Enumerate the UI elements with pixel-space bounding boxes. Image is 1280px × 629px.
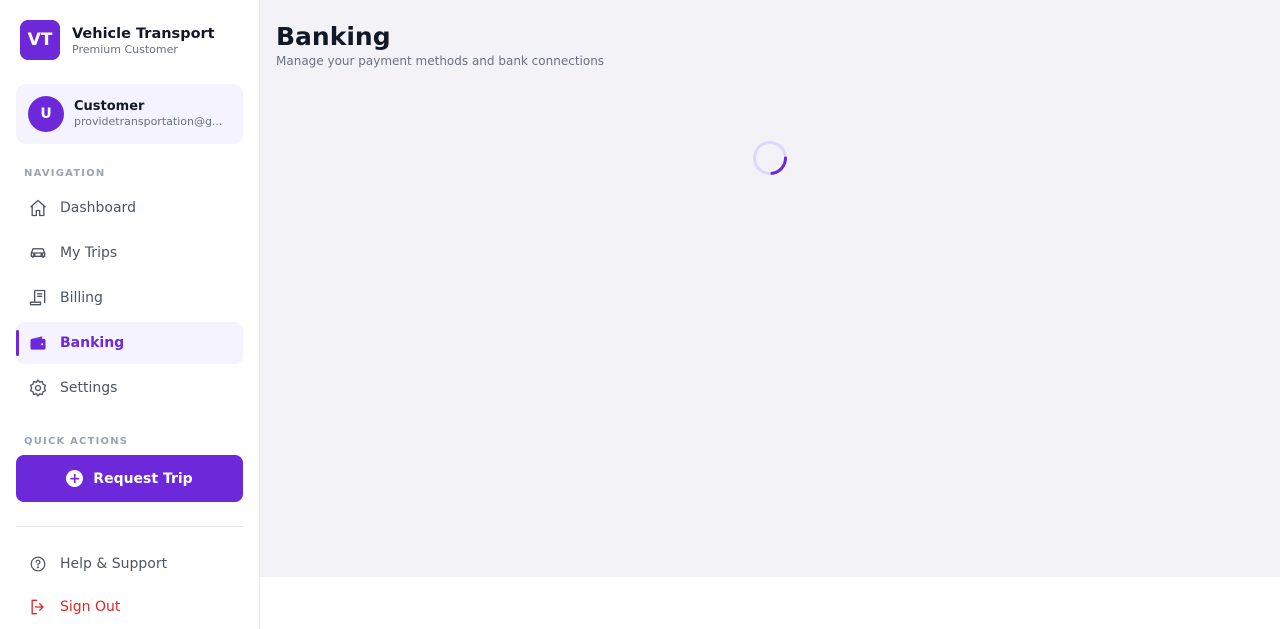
sidebar-item-banking[interactable]: Banking	[16, 322, 243, 364]
wallet-icon	[28, 333, 48, 353]
quick-actions-section-label: QUICK ACTIONS	[24, 436, 129, 447]
car-icon	[28, 243, 48, 263]
request-trip-label: Request Trip	[93, 470, 193, 487]
receipt-icon	[28, 288, 48, 308]
main-content: Banking Manage your payment methods and …	[260, 0, 1280, 577]
user-email: providetransportation@g...	[74, 115, 223, 128]
page-subtitle: Manage your payment methods and bank con…	[276, 54, 605, 68]
navigation-section-label: NAVIGATION	[24, 168, 106, 179]
divider	[16, 526, 243, 527]
sidebar-item-my-trips[interactable]: My Trips	[16, 232, 243, 274]
brand-logo: VT	[20, 20, 60, 60]
sidebar-item-label: Settings	[60, 380, 118, 396]
avatar: U	[28, 96, 64, 132]
sign-out-label: Sign Out	[60, 599, 121, 615]
sidebar-item-label: My Trips	[60, 245, 118, 261]
user-card[interactable]: U Customer providetransportation@g...	[16, 84, 243, 144]
help-support-link[interactable]: Help & Support	[16, 543, 243, 585]
sidebar-item-label: Dashboard	[60, 200, 136, 216]
sidebar-item-billing[interactable]: Billing	[16, 277, 243, 319]
home-icon	[28, 198, 48, 218]
sidebar-item-label: Banking	[60, 335, 125, 351]
sidebar: VT Vehicle Transport Premium Customer U …	[0, 0, 260, 629]
sign-out-icon	[28, 597, 48, 617]
sidebar-item-dashboard[interactable]: Dashboard	[16, 187, 243, 229]
sidebar-item-label: Billing	[60, 290, 103, 306]
brand-subtitle: Premium Customer	[72, 42, 178, 56]
sidebar-item-settings[interactable]: Settings	[16, 367, 243, 409]
request-trip-button[interactable]: + Request Trip	[16, 455, 243, 502]
page-title: Banking	[276, 22, 391, 51]
plus-circle-icon: +	[66, 470, 84, 487]
user-name: Customer	[74, 99, 145, 114]
gear-icon	[28, 378, 48, 398]
help-support-label: Help & Support	[60, 556, 168, 572]
loading-spinner	[753, 141, 788, 175]
help-circle-icon	[28, 554, 48, 574]
sign-out-link[interactable]: Sign Out	[16, 586, 243, 628]
brand-title: Vehicle Transport	[72, 25, 215, 42]
brand[interactable]: VT Vehicle Transport Premium Customer	[20, 20, 215, 60]
